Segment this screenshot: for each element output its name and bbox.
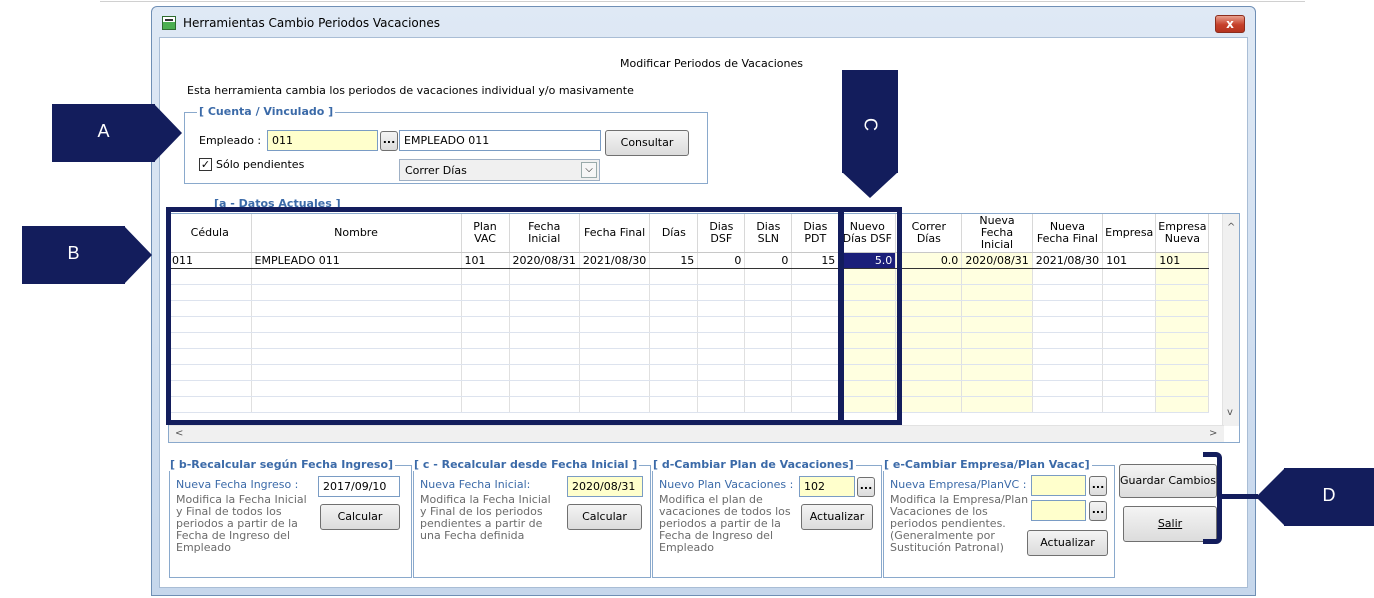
page-title: Modificar Periodos de Vacaciones [620, 57, 804, 70]
solo-pendientes-checkbox[interactable]: ✓ [199, 158, 212, 171]
highlight-frame-c [838, 207, 902, 425]
empleado-browse-button[interactable]: ... [380, 131, 398, 151]
col-nueva-fecha-final[interactable]: Nueva Fecha Final [1032, 214, 1104, 253]
cell-empresa-nueva[interactable]: 101 [1155, 251, 1210, 269]
panel-c-legend: [ c - Recalcular desde Fecha Inicial ] [412, 458, 640, 471]
panel-b-recalcular-ingreso: [ b-Recalcular según Fecha Ingreso] Nuev… [168, 458, 412, 578]
tool-description: Esta herramienta cambia los periodos de … [187, 84, 634, 97]
cell-correr-dias[interactable]: 0.0 [895, 251, 963, 269]
nuevo-plan-vc-input[interactable] [1031, 500, 1086, 521]
col-nueva-fecha-inicial[interactable]: Nueva Fecha Inicial [961, 214, 1033, 253]
callout-d: D [1284, 468, 1374, 526]
nueva-empresa-browse-button[interactable]: ... [1089, 476, 1107, 496]
grid-horizontal-scrollbar[interactable]: < > [169, 425, 1224, 442]
col-empresa[interactable]: Empresa [1102, 214, 1157, 253]
panel-c-recalcular-inicial: [ c - Recalcular desde Fecha Inicial ] N… [412, 458, 651, 578]
panel-d-legend: [ d-Cambiar Plan de Vacaciones] [651, 458, 856, 471]
actualizar-plan-button[interactable]: Actualizar [801, 504, 873, 530]
panel-e-description: Modifica la Empresa/Plan Vacaciones de lo… [890, 493, 1029, 554]
callout-b-arrow-icon [124, 226, 152, 284]
nueva-fecha-inicial-input[interactable]: 2020/08/31 [567, 476, 643, 497]
mode-select[interactable]: Correr Días ⌵ [399, 159, 600, 181]
nueva-fecha-inicial-label: Nueva Fecha Inicial: [420, 478, 531, 491]
callout-d-bracket [1203, 452, 1222, 544]
col-correr-dias[interactable]: Correr Días [895, 214, 963, 253]
callout-c-arrow-icon [842, 172, 898, 198]
nuevo-plan-label: Nuevo Plan Vacaciones : [659, 478, 794, 491]
panel-d-description: Modifica el plan de vacaciones de todos l… [659, 493, 791, 554]
empleado-nombre-field: EMPLEADO 011 [399, 130, 601, 151]
nuevo-plan-input[interactable]: 102 [799, 476, 855, 497]
callout-a: A [52, 104, 155, 162]
highlight-frame-b [166, 207, 844, 425]
consultar-button[interactable]: Consultar [605, 130, 689, 156]
panel-b-description: Modifica la Fecha Inicial y Final de todo… [176, 493, 307, 554]
nueva-fecha-ingreso-input[interactable]: 2017/09/10 [318, 476, 400, 497]
calcular-inicial-button[interactable]: Calcular [567, 504, 642, 530]
window-title: Herramientas Cambio Periodos Vacaciones [183, 16, 441, 30]
panel-b-legend: [ b-Recalcular según Fecha Ingreso] [168, 458, 396, 471]
cell-nueva-fecha-inicial[interactable]: 2020/08/31 [961, 251, 1033, 269]
chevron-down-icon[interactable]: ⌵ [581, 162, 597, 178]
col-empresa-nueva[interactable]: Empresa Nueva [1155, 214, 1210, 253]
callout-c: C [842, 70, 898, 173]
cell-empresa[interactable]: 101 [1102, 251, 1157, 269]
callout-d-arrow-icon [1256, 468, 1285, 526]
page-top-rule [100, 1, 1305, 2]
grid-vertical-scrollbar[interactable]: ^ v [1222, 214, 1239, 426]
scroll-right-icon[interactable]: > [1209, 428, 1217, 439]
empleado-label: Empleado : [199, 134, 262, 147]
actualizar-empresa-button[interactable]: Actualizar [1027, 530, 1108, 556]
nueva-fecha-ingreso-label: Nueva Fecha Ingreso : [176, 478, 299, 491]
cell-nueva-fecha-final[interactable]: 2021/08/30 [1032, 251, 1104, 269]
cuenta-group: [ Cuenta / Vinculado ] Empleado : 011 ..… [184, 105, 708, 184]
close-button[interactable]: x [1215, 15, 1245, 33]
app-icon [162, 16, 176, 30]
callout-b: B [22, 226, 125, 284]
empleado-input[interactable]: 011 [267, 130, 378, 151]
panel-d-cambiar-plan: [ d-Cambiar Plan de Vacaciones] Nuevo Pl… [651, 458, 882, 578]
panel-c-description: Modifica la Fecha Inicial y Final de los … [420, 493, 551, 542]
title-bar[interactable]: Herramientas Cambio Periodos Vacaciones … [152, 7, 1255, 37]
calcular-ingreso-button[interactable]: Calcular [320, 504, 400, 530]
cuenta-legend: [ Cuenta / Vinculado ] [197, 105, 336, 118]
callout-d-connector [1222, 494, 1258, 499]
panel-e-legend: [ e-Cambiar Empresa/Plan Vacac] [882, 458, 1092, 471]
scroll-down-icon[interactable]: v [1227, 407, 1233, 418]
mode-select-value: Correr Días [405, 164, 467, 177]
nueva-empresa-label: Nueva Empresa/PlanVC : [890, 478, 1027, 491]
nuevo-plan-browse-button[interactable]: ... [857, 477, 875, 497]
scroll-up-icon[interactable]: ^ [1227, 222, 1235, 233]
nueva-empresa-input[interactable] [1031, 475, 1086, 496]
scroll-left-icon[interactable]: < [175, 428, 183, 439]
callout-a-arrow-icon [154, 104, 182, 162]
panel-e-cambiar-empresa: [ e-Cambiar Empresa/Plan Vacac] Nueva Em… [882, 458, 1115, 578]
nuevo-plan-vc-browse-button[interactable]: ... [1089, 501, 1107, 521]
solo-pendientes-label: Sólo pendientes [216, 158, 305, 171]
